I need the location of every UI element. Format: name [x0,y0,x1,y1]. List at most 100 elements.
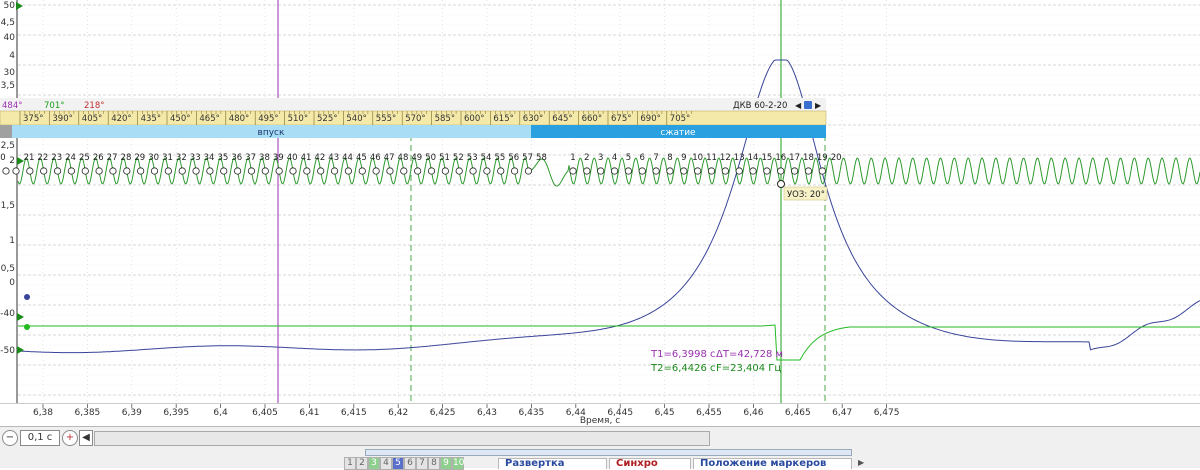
tooth-marker [469,167,477,175]
tooth-marker [707,167,716,175]
x-tick-label: 6,39 [122,408,142,418]
oscilloscope-plot[interactable]: 504,5404303,52,521,510,50-40-50 0 21 22 23 2… [0,0,1200,403]
tooth-number: 9 [681,153,686,163]
tooth-marker [497,167,505,175]
horizontal-scrollbar[interactable] [94,431,710,446]
page-tab-2[interactable]: 2 [356,457,368,470]
tooth-number: 1 [570,153,575,163]
channel-handle-low[interactable] [17,346,24,354]
x-tick-label: 6,465 [785,408,811,418]
degree-label: 525° [317,114,337,124]
zoom-in-icon[interactable]: + [62,430,78,446]
tooth-number: 50 [425,153,436,163]
lock-icon[interactable] [804,101,812,109]
degree-label: 435° [141,114,161,124]
marker-delta-angle: 218° [84,101,104,111]
tooth-marker [386,167,394,175]
tooth-marker [749,167,757,175]
tooth-marker [344,167,352,175]
chevron-right-icon[interactable]: ▶ [815,101,822,110]
tooth-number: 57 [522,153,533,163]
degree-label: 510° [288,114,308,124]
tooth-number: 17 [789,153,800,163]
tooth-marker [247,167,256,175]
zoom-out-icon[interactable]: − [2,430,18,446]
tooth-number: 32 [176,153,187,163]
tooth-marker [261,167,269,175]
tooth-number: 33 [190,153,201,163]
timebase-field[interactable]: 0,1 с [20,430,60,446]
tooth-marker [441,167,449,175]
tooth-number: 44 [342,153,353,163]
section-marker-positions[interactable]: Положение маркеров [693,458,852,469]
tooth-number: 37 [245,153,256,163]
page-tab-5[interactable]: 5 [392,457,404,470]
tooth-marker [638,167,646,175]
page-tab-9[interactable]: 9 [440,457,452,470]
degree-label: 495° [258,114,278,124]
degree-scale: 375° 390° 405° 420° 435° 450° 465° 480° 495° 510°… [19,111,692,125]
degree-label: 570° [405,114,425,124]
tooth-marker [26,167,34,175]
tooth-number: 3 [598,153,603,163]
tooth-marker [2,167,10,175]
x-tick-label: 6,425 [430,408,456,418]
degree-label: 390° [52,114,72,124]
uoz-point [777,180,785,188]
tooth-marker [358,167,366,175]
degree-label: 705° [670,114,690,124]
degree-label: 630° [523,114,543,124]
page-tab-1[interactable]: 1 [344,457,356,470]
collapse-bar[interactable] [365,449,852,456]
section-sync[interactable]: Синхро [609,458,691,469]
x-tick-label: 6,41 [299,408,319,418]
tooth-number: 8 [667,153,672,163]
channel-handle-crank[interactable] [17,313,24,321]
tooth-marker [569,167,577,175]
chevron-left-icon[interactable]: ◀ [795,101,802,110]
tooth-number: 19 [817,153,828,163]
x-tick-label: 6,475 [874,408,900,418]
tooth-number: 56 [508,153,519,163]
tooth-number: 6 [640,153,645,163]
x-tick-label: 6,395 [163,408,189,418]
page-tab-10[interactable]: 10 [452,457,464,470]
page-tab-6[interactable]: 6 [404,457,416,470]
scroll-left-icon[interactable]: ◀ [79,430,93,446]
y-label: 2,5 [1,141,15,151]
tooth-marker [414,167,422,175]
section-sweep[interactable]: Развертка [498,458,607,469]
tooth-marker [763,167,771,175]
tooth-number: 22 [37,153,48,163]
tooth-marker [178,167,186,175]
tooth-marker [400,167,408,175]
tooth-number: 11 [706,153,717,163]
y-label: 0 [9,278,15,288]
tooth-marker [330,167,339,175]
page-tab-4[interactable]: 4 [380,457,392,470]
tooth-marker [234,167,242,175]
page-tab-7[interactable]: 7 [416,457,428,470]
degree-label: 450° [170,114,190,124]
tooth-marker [53,167,62,175]
tooth-number: 48 [398,153,409,163]
tooth-marker [123,167,131,175]
y-label: 4 [9,51,15,61]
degree-label: 405° [82,114,102,124]
channel-handle-pressure[interactable] [24,294,30,300]
x-tick-label: 6,43 [477,408,497,418]
tooth-number: 35 [217,153,228,163]
page-tab-3[interactable]: 3 [368,457,380,470]
tooth-number: 39 [273,153,284,163]
channel-handle-top[interactable] [16,2,23,10]
tooth-number: 31 [162,153,173,163]
tooth-marker [67,167,76,175]
degree-label: 465° [199,114,219,124]
x-tick-label: 6,4 [213,408,228,418]
tooth-number: 45 [356,153,367,163]
channel-handle-ignition[interactable] [24,324,30,330]
tooth-marker [804,167,813,175]
tooth-marker [777,167,785,175]
phase-compression-label: сжатие [660,128,696,138]
page-tab-8[interactable]: 8 [428,457,440,470]
